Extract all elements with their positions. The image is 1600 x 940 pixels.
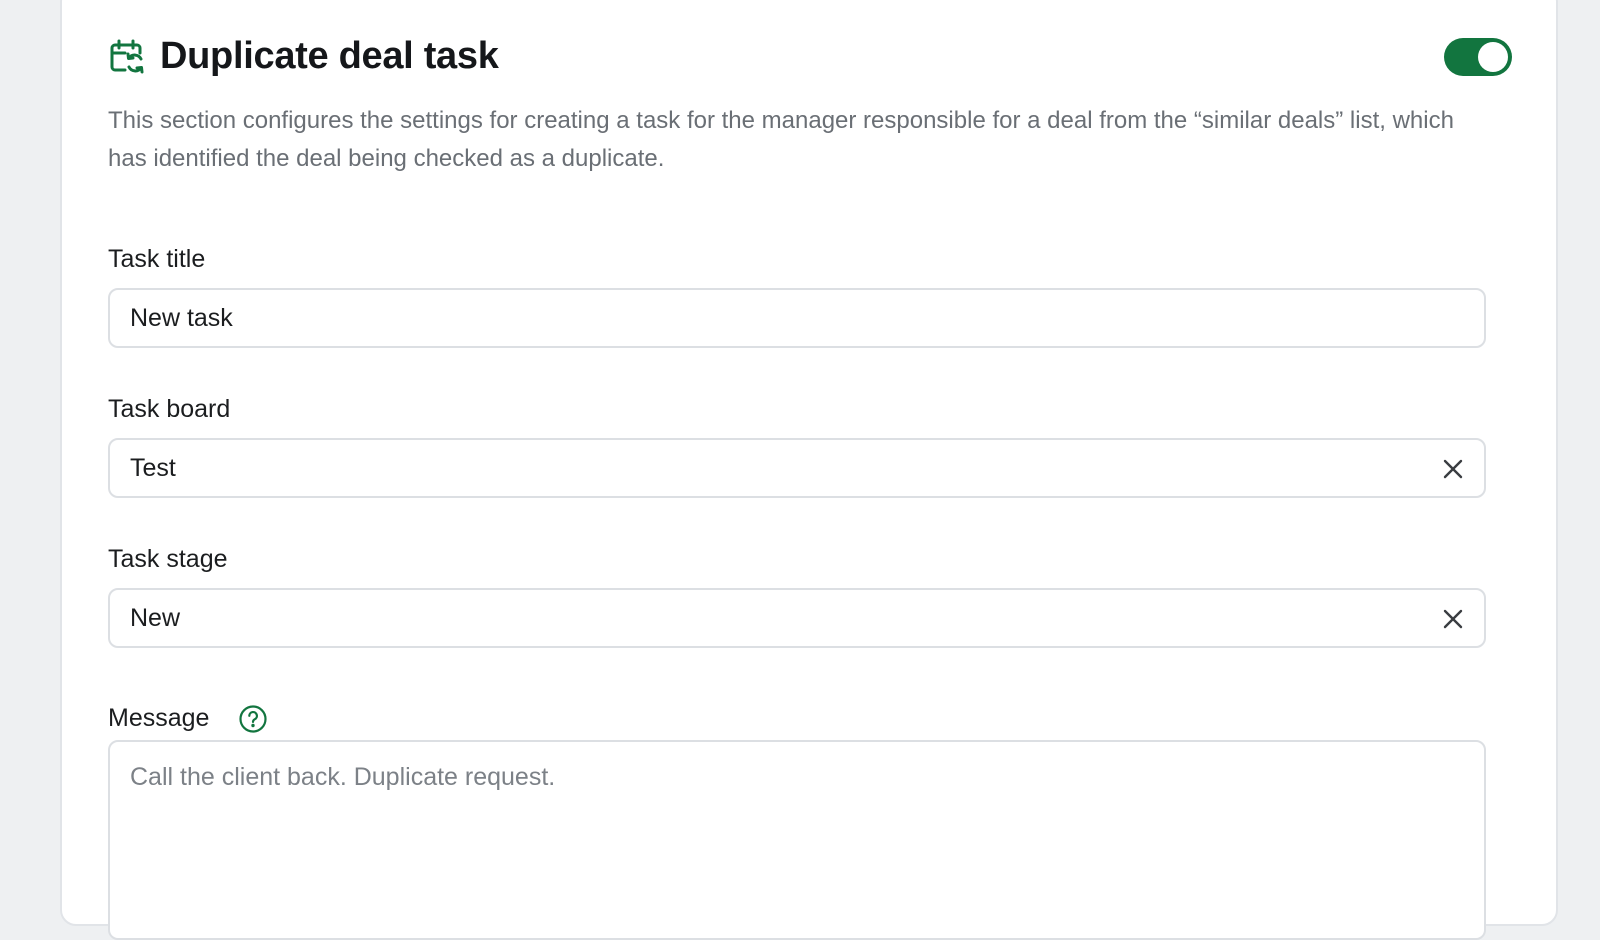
- toggle-knob: [1478, 42, 1508, 72]
- task-title-label: Task title: [108, 245, 206, 273]
- task-board-value: Test: [130, 454, 176, 482]
- task-board-label: Task board: [108, 395, 231, 423]
- duplicate-deal-task-card: Duplicate deal task This section configu…: [60, 0, 1558, 940]
- section-description: This section configures the settings for…: [108, 107, 1454, 172]
- close-icon[interactable]: [1440, 606, 1466, 632]
- task-stage-label: Task stage: [108, 545, 228, 573]
- task-board-select[interactable]: Test: [108, 438, 1486, 498]
- section-title: Duplicate deal task: [160, 35, 499, 77]
- message-label: Message: [108, 704, 210, 732]
- message-placeholder: Call the client back. Duplicate request.: [130, 763, 556, 791]
- task-title-value: New task: [130, 304, 233, 332]
- task-title-input[interactable]: New task: [108, 288, 1486, 348]
- section-header: Duplicate deal task: [108, 32, 1512, 80]
- calendar-refresh-icon: [108, 38, 146, 76]
- task-stage-value: New: [130, 604, 181, 632]
- task-stage-select[interactable]: New: [108, 588, 1486, 648]
- enable-toggle[interactable]: [1444, 38, 1512, 76]
- question-circle-icon[interactable]: [238, 704, 268, 734]
- close-icon[interactable]: [1440, 456, 1466, 482]
- message-textarea[interactable]: Call the client back. Duplicate request.: [108, 740, 1486, 940]
